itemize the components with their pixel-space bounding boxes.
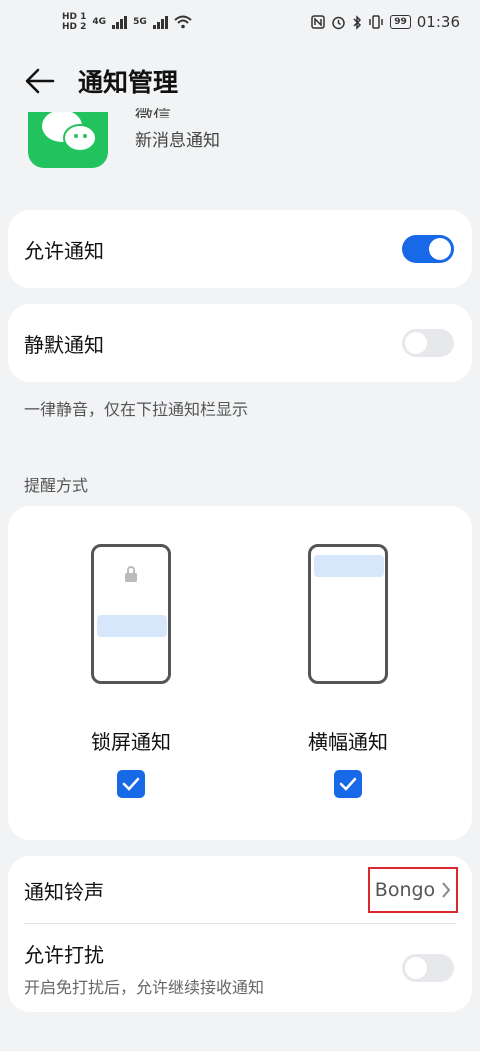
dnd-label: 允许打扰 <box>24 942 104 967</box>
banner-checkbox[interactable] <box>334 770 362 798</box>
header: 通知管理 <box>0 50 480 112</box>
back-button[interactable] <box>20 61 60 101</box>
row-divider <box>24 923 456 924</box>
hd1-label: HD 1 <box>62 12 87 22</box>
banner-preview[interactable] <box>308 544 388 684</box>
clock: 01:36 <box>416 13 460 31</box>
silent-notifications-toggle[interactable] <box>402 329 454 357</box>
allow-notifications-label: 允许通知 <box>24 238 104 263</box>
app-subtitle: 新消息通知 <box>135 131 220 151</box>
status-bar: HD 1 HD 2 4G 5G 99 01:36 <box>0 0 480 44</box>
dnd-toggle[interactable] <box>402 954 454 982</box>
app-text: 微信 新消息通知 <box>135 108 220 151</box>
network-5g-label: 5G <box>133 17 147 27</box>
ringtone-dnd-card: 通知铃声 Bongo 允许打扰 开启免打扰后，允许继续接收通知 <box>8 856 472 1012</box>
wifi-icon <box>174 15 192 29</box>
ringtone-label: 通知铃声 <box>24 879 104 904</box>
lock-screen-checkbox[interactable] <box>117 770 145 798</box>
status-right: 99 01:36 <box>311 13 460 31</box>
hd-indicators: HD 1 HD 2 <box>62 12 86 32</box>
reminder-section-title: 提醒方式 <box>24 476 89 495</box>
silent-notifications-hint: 一律静音，仅在下拉通知栏显示 <box>24 400 249 419</box>
dnd-row[interactable]: 允许打扰 开启免打扰后，允许继续接收通知 <box>8 924 472 1012</box>
lock-icon <box>125 566 137 582</box>
wechat-app-icon <box>28 112 108 168</box>
hd2-label: HD 2 <box>62 22 87 32</box>
silent-notifications-label: 静默通知 <box>24 332 104 357</box>
chevron-right-icon <box>442 882 451 898</box>
ringtone-value-text: Bongo <box>374 879 436 901</box>
lock-screen-label: 锁屏通知 <box>91 730 171 754</box>
dnd-text: 允许打扰 开启免打扰后，允许继续接收通知 <box>24 939 264 998</box>
checkmark-icon <box>339 777 357 791</box>
status-left: HD 1 HD 2 4G 5G <box>62 12 192 32</box>
silent-notifications-card: 静默通知 <box>8 304 472 382</box>
banner-label: 横幅通知 <box>308 730 388 754</box>
app-name: 微信 <box>135 108 220 118</box>
nfc-icon <box>311 15 325 29</box>
signal-icon-2 <box>152 15 168 29</box>
allow-notifications-toggle[interactable] <box>402 235 454 263</box>
ringtone-value[interactable]: Bongo <box>368 867 458 913</box>
network-4g-label: 4G <box>92 17 107 27</box>
silent-notifications-row[interactable]: 静默通知 <box>8 304 472 382</box>
dnd-subtitle: 开启免打扰后，允许继续接收通知 <box>24 977 265 997</box>
app-info: 微信 新消息通知 <box>28 108 220 172</box>
checkmark-icon <box>122 777 140 791</box>
reminder-style-card: 锁屏通知 横幅通知 <box>8 506 472 840</box>
ringtone-row[interactable]: 通知铃声 Bongo <box>8 856 472 924</box>
page-title: 通知管理 <box>78 68 179 97</box>
allow-notifications-row[interactable]: 允许通知 <box>8 210 472 288</box>
alarm-icon <box>332 16 345 29</box>
bluetooth-icon <box>353 14 362 30</box>
lock-screen-preview[interactable] <box>91 544 171 684</box>
back-arrow-icon <box>25 68 55 94</box>
allow-notifications-card: 允许通知 <box>8 210 472 288</box>
battery-icon: 99 <box>390 15 411 29</box>
vibrate-icon <box>369 15 383 29</box>
signal-icon <box>112 15 128 29</box>
